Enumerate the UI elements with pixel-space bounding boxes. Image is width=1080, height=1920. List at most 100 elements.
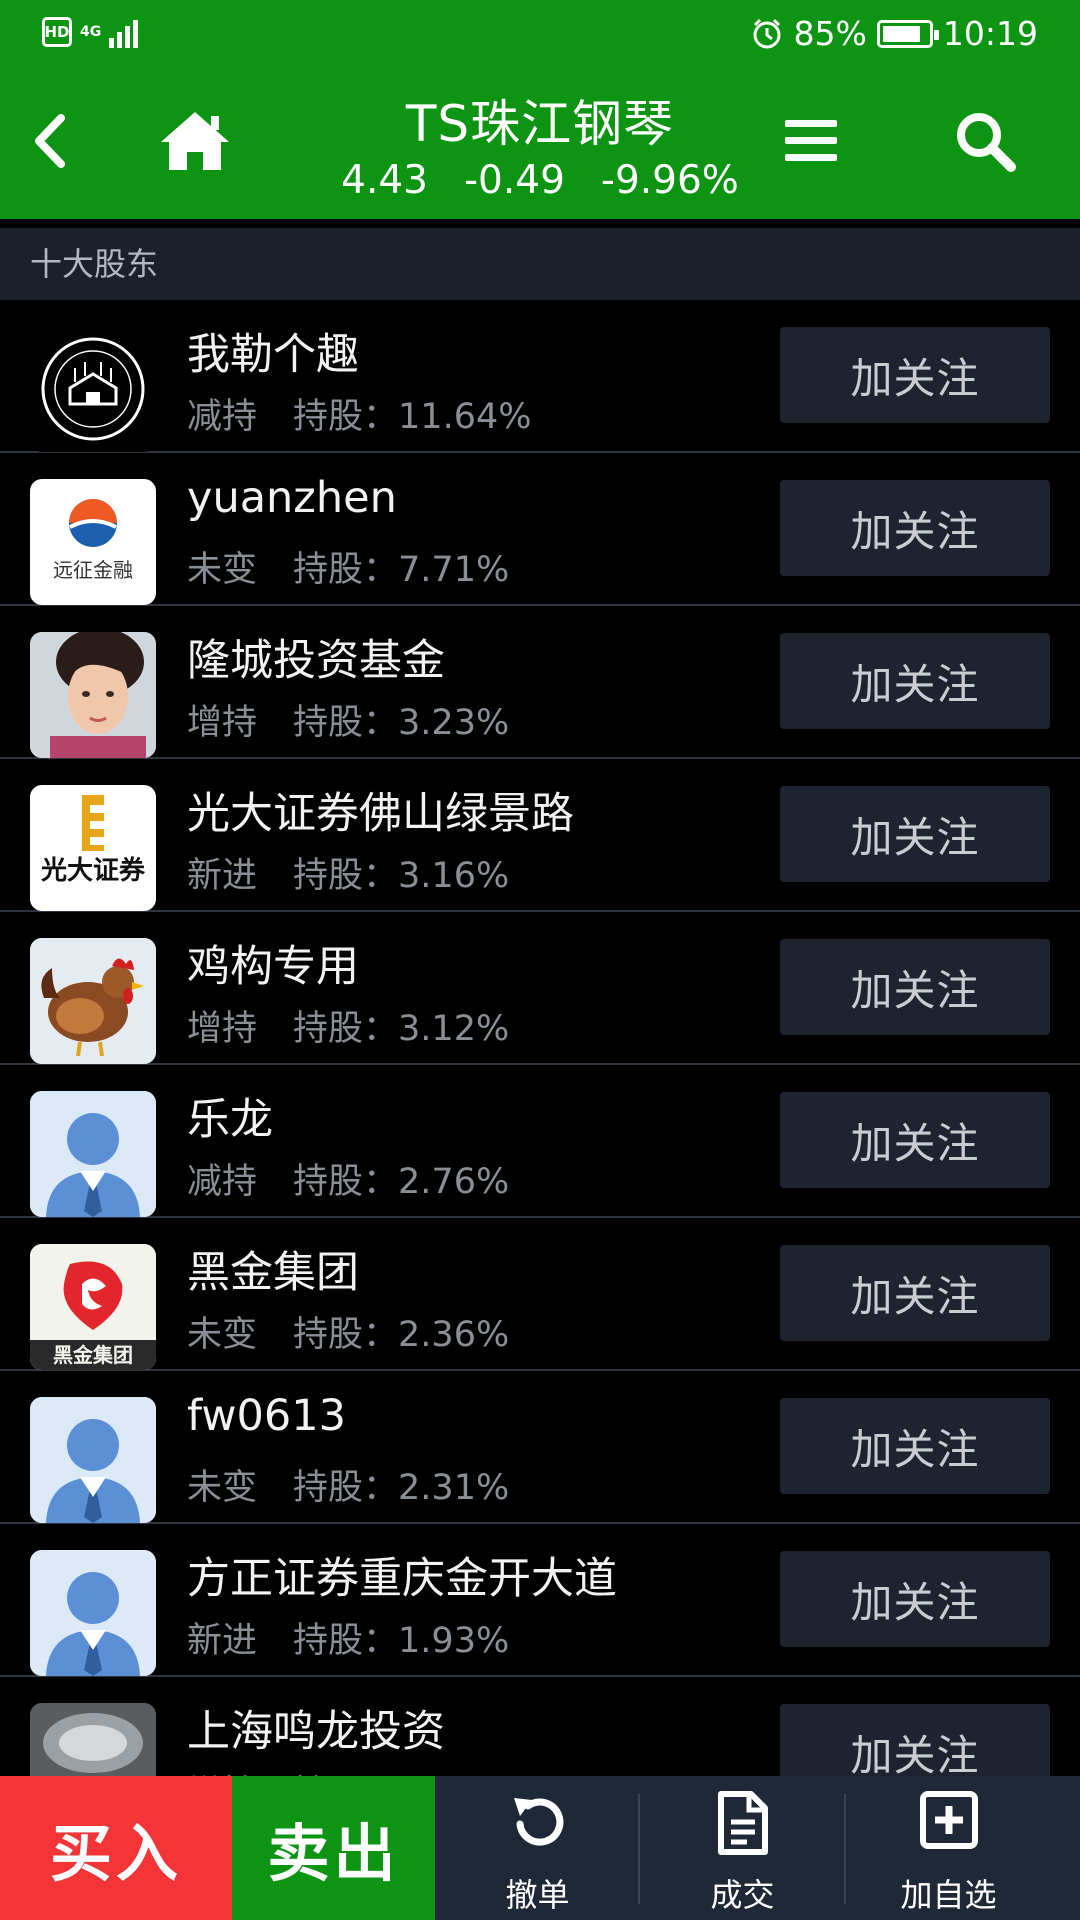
list-item[interactable]: 方正证券重庆金开大道 新进 持股：1.93% 加关注: [0, 1524, 1080, 1677]
stock-price: 4.43: [341, 158, 428, 203]
heijin-logo-avatar: 黑金集团: [30, 1244, 156, 1370]
shareholder-detail: 减持 持股：2.76%: [187, 1153, 509, 1204]
list-item[interactable]: 我勒个趣 减持 持股：11.64% 加关注: [0, 300, 1080, 453]
cancel-order-button[interactable]: 撤单: [435, 1776, 640, 1920]
share-pct: 1.93%: [398, 1621, 510, 1661]
list-item[interactable]: fw0613 未变 持股：2.31% 加关注: [0, 1371, 1080, 1524]
deals-button[interactable]: 成交: [640, 1776, 845, 1920]
shareholder-detail: 增持 持股：3.23%: [187, 694, 509, 745]
list-item[interactable]: 隆城投资基金 增持 持股：3.23% 加关注: [0, 606, 1080, 759]
buy-button[interactable]: 买入: [0, 1776, 232, 1920]
holding-status: 新进: [187, 856, 258, 896]
add-watchlist-button[interactable]: 加自选: [846, 1776, 1051, 1920]
holding-status: 未变: [187, 550, 258, 590]
stock-quote: 4.43 -0.49 -9.96%: [0, 158, 1080, 203]
shareholder-name: 隆城投资基金: [187, 636, 445, 686]
shareholder-name: 光大证券佛山绿景路: [187, 789, 574, 839]
stock-change-pct: -9.96%: [600, 158, 739, 203]
menu-button[interactable]: [766, 96, 856, 186]
share-label: 持股：: [293, 550, 399, 590]
follow-button[interactable]: 加关注: [780, 1092, 1050, 1188]
follow-button[interactable]: 加关注: [780, 1398, 1050, 1494]
list-item[interactable]: 光大证券 光大证券佛山绿景路 新进 持股：3.16% 加关注: [0, 759, 1080, 912]
holding-status: 减持: [187, 397, 258, 437]
list-item[interactable]: 远征金融 yuanzhen 未变 持股：7.71% 加关注: [0, 453, 1080, 606]
shareholder-detail: 新进 持股：1.93%: [187, 1612, 509, 1663]
hd-icon: HD: [42, 17, 72, 47]
search-icon: [957, 113, 1016, 172]
alarm-icon: [753, 18, 781, 48]
share-pct: 3.16%: [398, 856, 510, 896]
holding-status: 未变: [187, 1468, 258, 1508]
default-user-avatar: [30, 1550, 156, 1676]
stock-title: TS珠江钢琴: [405, 95, 675, 153]
portrait-avatar: [30, 632, 156, 758]
photo-avatar: [30, 1703, 156, 1776]
list-item[interactable]: 黑金集团 黑金集团 未变 持股：2.36% 加关注: [0, 1218, 1080, 1371]
shareholder-list: 我勒个趣 减持 持股：11.64% 加关注 远征金融 yuanzhen 未变 持股：…: [0, 300, 1080, 1776]
status-bar: HD 4G 85% 10:19: [0, 0, 1080, 72]
yuanzheng-logo-text: 远征金融: [53, 558, 133, 582]
follow-button[interactable]: 加关注: [780, 1704, 1050, 1776]
shareholder-detail: 未变 持股：2.36%: [187, 1306, 509, 1357]
status-right: 85% 10:19: [750, 14, 1038, 53]
cancel-order-label: 撤单: [505, 1876, 570, 1914]
share-pct: 11.64%: [398, 397, 532, 437]
share-label: 持股：: [293, 856, 399, 896]
list-item[interactable]: 上海鸣龙投资 增持持股： 加关注: [0, 1677, 1080, 1776]
signal-icon: [109, 16, 139, 48]
list-item[interactable]: 鸡构专用 增持 持股：3.12% 加关注: [0, 912, 1080, 1065]
section-title: 十大股东: [0, 228, 1080, 300]
follow-button[interactable]: 加关注: [780, 327, 1050, 423]
shareholder-name: 我勒个趣: [187, 330, 359, 380]
shareholder-name: 黑金集团: [187, 1248, 359, 1298]
default-user-avatar: [30, 1397, 156, 1523]
shareholder-name: yuanzhen: [187, 473, 397, 523]
share-pct: 2.36%: [398, 1315, 510, 1355]
shareholder-name: fw0613: [187, 1391, 346, 1441]
share-label: 持股：: [293, 1621, 399, 1661]
share-label: 持股：: [293, 1315, 399, 1355]
shareholder-name: 乐龙: [187, 1095, 273, 1145]
holding-status: 新进: [187, 1621, 258, 1661]
add-box-icon: [919, 1791, 978, 1849]
search-button[interactable]: [940, 96, 1030, 186]
deals-label: 成交: [710, 1876, 775, 1914]
shareholder-name: 方正证券重庆金开大道: [187, 1554, 617, 1604]
battery-icon: [876, 19, 939, 48]
heijin-logo-text: 黑金集团: [53, 1343, 133, 1367]
rooster-avatar: [30, 938, 156, 1064]
shareholder-detail: 增持 持股：3.12%: [187, 1000, 509, 1051]
share-pct: 2.31%: [398, 1468, 510, 1508]
list-item[interactable]: 乐龙 减持 持股：2.76% 加关注: [0, 1065, 1080, 1218]
sell-button[interactable]: 卖出: [232, 1776, 435, 1920]
share-label: 持股：: [293, 1468, 399, 1508]
network-type: 4G: [80, 24, 102, 40]
shareholder-detail: 新进 持股：3.16%: [187, 847, 509, 898]
share-label: 持股：: [293, 1009, 399, 1049]
shareholder-name: 上海鸣龙投资: [187, 1707, 445, 1757]
follow-button[interactable]: 加关注: [780, 1551, 1050, 1647]
share-pct: 3.23%: [398, 703, 510, 743]
holding-status: 减持: [187, 1162, 258, 1202]
follow-button[interactable]: 加关注: [780, 480, 1050, 576]
share-pct: 3.12%: [398, 1009, 510, 1049]
follow-button[interactable]: 加关注: [780, 939, 1050, 1035]
follow-button[interactable]: 加关注: [780, 786, 1050, 882]
status-left: HD 4G: [42, 16, 139, 48]
bottom-action-bar: 买入 卖出 撤单 成交 加自选: [0, 1776, 1080, 1920]
default-user-avatar: [30, 1091, 156, 1217]
clock: 10:19: [942, 14, 1038, 53]
follow-button[interactable]: 加关注: [780, 633, 1050, 729]
top-header: HD 4G 85% 10:19 TS珠江钢琴 4.43 -0.49 -9.96%: [0, 0, 1080, 219]
share-label: 持股：: [293, 397, 399, 437]
share-pct: 7.71%: [398, 550, 510, 590]
everbright-logo-text: 光大证券: [40, 856, 146, 886]
shareholder-detail: 减持 持股：11.64%: [187, 388, 532, 439]
battery-percent: 85%: [793, 14, 867, 53]
shareholder-detail: 增持持股：: [187, 1765, 398, 1776]
shareholder-name: 鸡构专用: [187, 942, 359, 992]
follow-button[interactable]: 加关注: [780, 1245, 1050, 1341]
shareholder-detail: 未变 持股：2.31%: [187, 1459, 509, 1510]
undo-icon: [513, 1798, 563, 1846]
